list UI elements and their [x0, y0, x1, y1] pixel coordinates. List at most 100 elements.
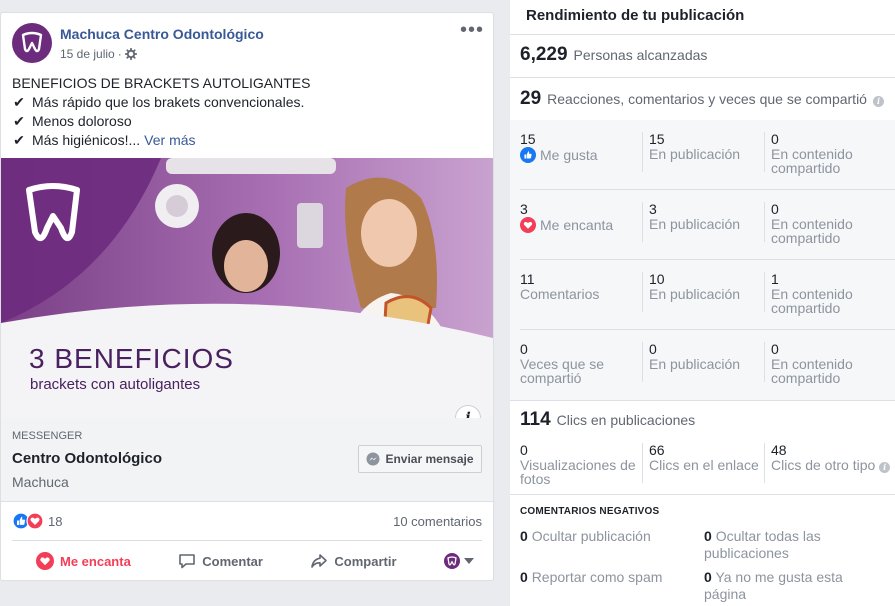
divider [642, 202, 643, 242]
reactions-count[interactable]: 18 [48, 514, 393, 529]
stat-label: En contenido compartido [771, 216, 853, 246]
post-clicks-stat: 114 Clics en publicaciones [520, 409, 695, 431]
divider [510, 400, 895, 401]
stat-value: 0 [771, 131, 779, 147]
bullet-item: ✔ Menos doloroso [12, 112, 484, 131]
divider [642, 342, 643, 382]
stat-label: Clics de otro tipo i [771, 458, 893, 473]
likes-on-post: 15 En publicación [649, 132, 761, 161]
divider [510, 77, 895, 78]
reach-label: Personas alcanzadas [573, 47, 708, 63]
stat-label: Clics en el enlace [649, 457, 759, 473]
engagement-value: 29 [520, 88, 542, 109]
insights-panel: Rendimiento de tu publicación 6,229 Pers… [510, 0, 895, 606]
post-actions: Me encanta Comentar Compartir [12, 547, 482, 575]
stat-value: 0 [704, 569, 712, 585]
messenger-icon [366, 452, 380, 466]
stat-label: Me encanta [520, 217, 638, 233]
meta-separator: · [117, 47, 122, 61]
post-image[interactable]: 3 BENEFICIOS brackets con autoligantes [1, 158, 493, 418]
love-label: Me encanta [60, 553, 131, 569]
engagement-breakdown: 15 Me gusta 15 En publicación 0 En conte… [510, 120, 895, 400]
stat-row-comments: 11 Comentarios 10 En publicación 1 En co… [510, 260, 895, 330]
hide-all-stat: 0 Ocultar todas las publicaciones [704, 528, 884, 562]
see-more-link[interactable]: Ver más [144, 131, 195, 150]
messenger-cta[interactable]: MESSENGER Centro Odontológico Machuca En… [1, 418, 493, 502]
likes-total: 15 Me gusta [520, 132, 638, 163]
divider [642, 132, 643, 172]
bullet-text: Menos doloroso [32, 113, 132, 129]
check-icon: ✔ [13, 94, 25, 110]
divider [642, 443, 643, 483]
divider [510, 34, 895, 35]
gear-icon[interactable] [124, 48, 137, 60]
love-button[interactable]: Me encanta [12, 552, 131, 570]
comment-icon [179, 554, 196, 569]
stat-label: Reportar como spam [531, 569, 663, 585]
post-card: Machuca Centro Odontológico 15 de julio … [0, 12, 494, 581]
send-message-label: Enviar mensaje [385, 452, 474, 466]
bullet-item: ✔ Más higiénicos!... Ver más [12, 131, 484, 150]
tooth-logo-icon [21, 31, 43, 53]
cta-subtitle: Machuca [12, 474, 69, 490]
stat-label: Ya no me gusta esta página [704, 569, 843, 602]
report-spam-stat: 0 Reportar como spam [520, 569, 700, 586]
share-button[interactable]: Compartir [310, 552, 397, 570]
send-message-button[interactable]: Enviar mensaje [358, 445, 482, 473]
stat-label: En publicación [649, 286, 741, 302]
post-heading: BENEFICIOS DE BRACKETS AUTOLIGANTES [12, 75, 311, 91]
stat-label: Ocultar todas las publicaciones [704, 528, 821, 561]
bullet-item: ✔ Más rápido que los brakets convenciona… [12, 93, 484, 112]
bullet-text: Más rápido que los brakets convencionale… [32, 94, 305, 110]
divider [764, 443, 765, 483]
cta-title: Centro Odontológico [12, 450, 162, 467]
stat-value: 3 [649, 201, 657, 217]
image-subtitle: brackets con autoligantes [30, 376, 201, 393]
post-header: Machuca Centro Odontológico 15 de julio … [12, 20, 484, 65]
post-date[interactable]: 15 de julio [60, 47, 115, 61]
stat-value: 3 [520, 201, 528, 217]
unlike-page-stat: 0 Ya no me gusta esta página [704, 569, 884, 603]
comments-on-shares: 1 En contenido compartido [771, 272, 893, 315]
link-clicks: 66 Clics en el enlace [649, 443, 761, 472]
stat-value: 0 [649, 341, 657, 357]
stat-label: Veces que se compartió [520, 356, 605, 386]
stat-label: Comentarios [520, 286, 600, 302]
comments-count[interactable]: 10 comentarios [393, 514, 482, 529]
stat-value: 0 [520, 442, 528, 458]
page-selector[interactable] [443, 553, 482, 569]
bullet-text: Más higiénicos!... [32, 132, 141, 148]
stat-value: 0 [520, 528, 528, 544]
caret-down-icon [463, 558, 474, 564]
stat-row-shares: 0 Veces que se compartió 0 En publicació… [510, 330, 895, 400]
page-name-link[interactable]: Machuca Centro Odontológico [60, 26, 264, 42]
stat-label: Visualizaciones de fotos [520, 457, 636, 487]
comment-button[interactable]: Comentar [178, 552, 263, 570]
shares-total: 0 Veces que se compartió [520, 342, 638, 385]
divider [12, 540, 482, 541]
info-icon[interactable]: i [879, 461, 891, 473]
stat-row-likes: 15 Me gusta 15 En publicación 0 En conte… [510, 120, 895, 190]
check-icon: ✔ [13, 113, 25, 129]
stat-value: 10 [649, 271, 665, 287]
divider [642, 272, 643, 312]
stat-value: 48 [771, 442, 787, 458]
more-options-button[interactable]: ••• [460, 20, 484, 40]
stat-value: 0 [704, 528, 712, 544]
stat-label-text: Me encanta [540, 217, 614, 233]
stat-value: 0 [771, 201, 779, 217]
more-dots-icon: ••• [459, 19, 484, 41]
loves-on-shares: 0 En contenido compartido [771, 202, 893, 245]
photo-views: 0 Visualizaciones de fotos [520, 443, 638, 486]
page-avatar[interactable] [12, 23, 52, 63]
stat-label: En contenido compartido [771, 356, 853, 386]
stat-label: En contenido compartido [771, 286, 853, 316]
stat-label-text: Me gusta [540, 147, 598, 163]
reach-value: 6,229 [520, 44, 568, 65]
image-title: 3 BENEFICIOS [29, 343, 234, 374]
love-icon [36, 552, 54, 570]
engagement-label: Reacciones, comentarios y veces que se c… [547, 91, 867, 107]
info-icon[interactable]: i [872, 95, 884, 107]
reaction-icons[interactable] [12, 512, 44, 530]
divider [764, 202, 765, 242]
